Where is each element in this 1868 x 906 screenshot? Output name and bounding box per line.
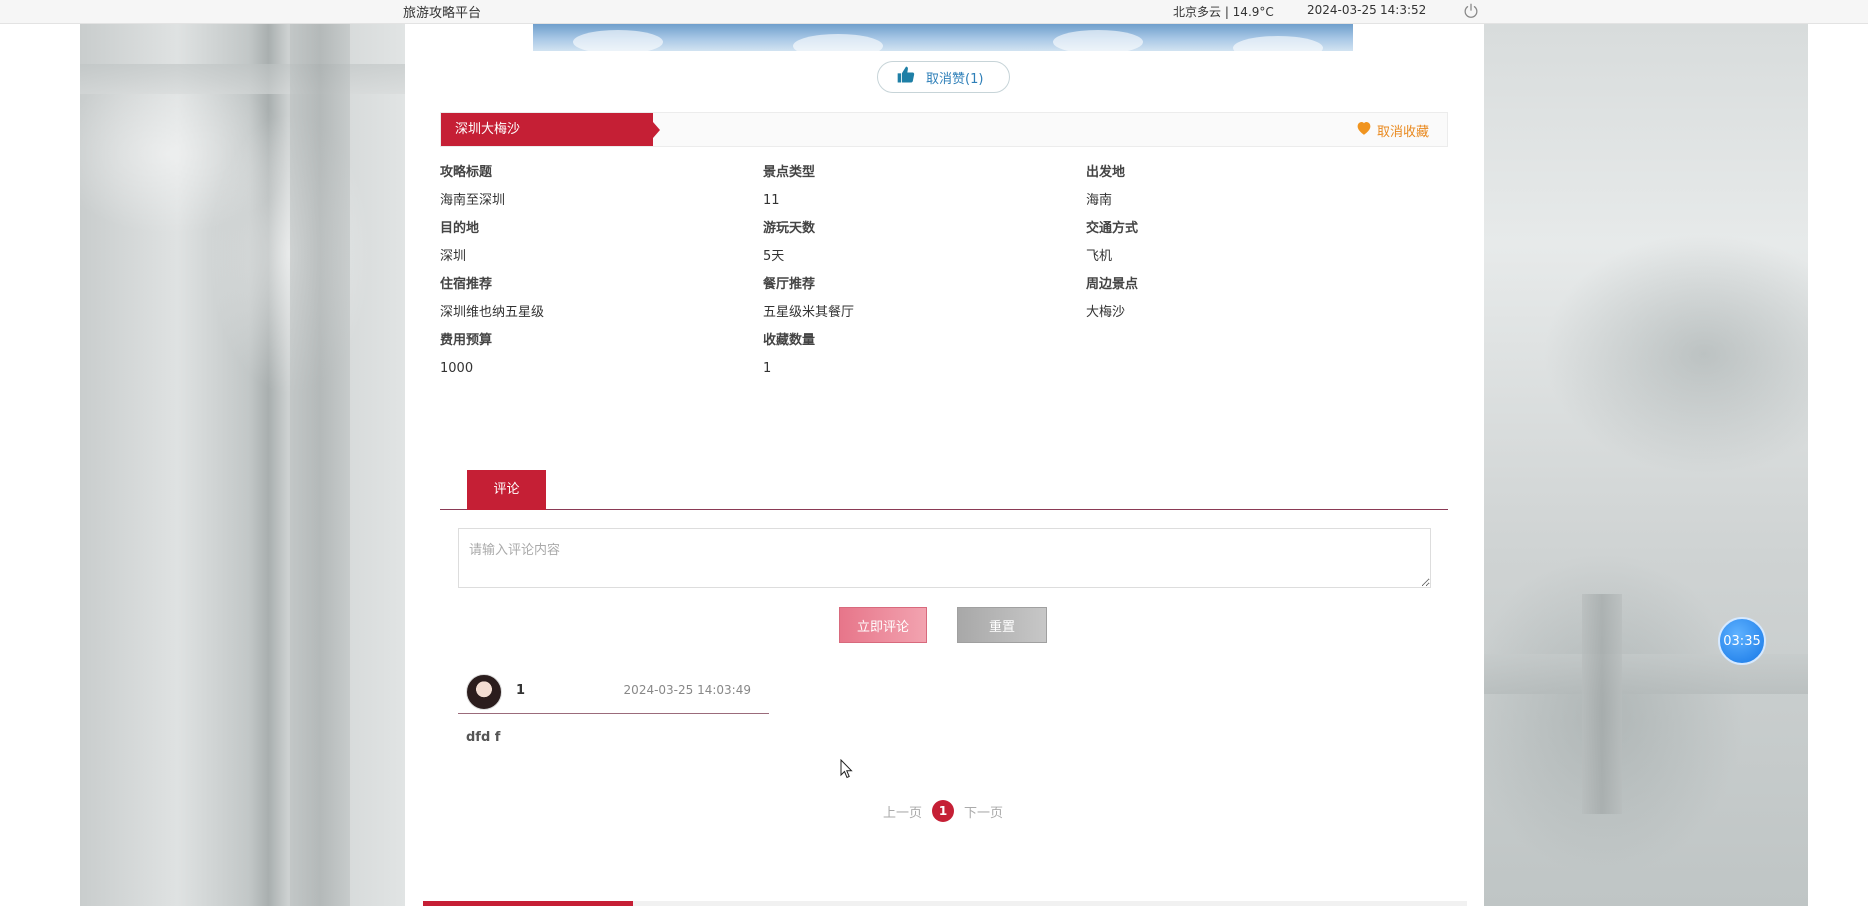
detail-value-days: 5天 <box>763 249 785 264</box>
detail-value-favorites-count: 1 <box>763 361 772 376</box>
site-title[interactable]: 旅游攻略平台 <box>403 2 481 21</box>
unfavorite-button[interactable]: 取消收藏 <box>1355 119 1429 141</box>
submit-comment-button[interactable]: 立即评论 <box>839 607 927 643</box>
power-icon[interactable] <box>1462 2 1480 20</box>
detail-label-scenic-type: 景点类型 <box>763 165 816 180</box>
comment-time: 2024-03-25 14:03:49 <box>623 683 751 697</box>
background-post <box>1582 594 1622 814</box>
detail-label-departure: 出发地 <box>1086 165 1126 180</box>
detail-empty-cell <box>1086 327 1409 355</box>
banner-cloud <box>1053 30 1143 51</box>
heart-icon <box>1355 119 1373 141</box>
background-pillar <box>290 24 350 906</box>
comment-user: 1 <box>516 683 526 698</box>
comment-item: 1 2024-03-25 14:03:49 dfd f <box>458 672 769 768</box>
page-number-current[interactable]: 1 <box>932 800 955 822</box>
detail-value-departure: 海南 <box>1086 193 1113 208</box>
detail-value-title: 海南至深圳 <box>440 193 506 208</box>
detail-label-title: 攻略标题 <box>440 165 493 180</box>
detail-value-transport: 飞机 <box>1086 249 1113 264</box>
current-time: 14:3:52 <box>1380 3 1427 17</box>
banner-cloud <box>1233 36 1323 51</box>
background-rail <box>1484 654 1808 694</box>
main-content: 取消赞(1) 深圳大梅沙 取消收藏 攻略标题 景点类型 出发地 海南至深圳 11… <box>405 24 1484 906</box>
detail-label-transport: 交通方式 <box>1086 221 1139 236</box>
reset-button[interactable]: 重置 <box>957 607 1047 643</box>
background-beam <box>80 64 405 94</box>
strategy-title-bar: 深圳大梅沙 取消收藏 <box>440 112 1448 147</box>
pagination: 上一页 1 下一页 <box>883 800 1003 822</box>
background-left-scenery <box>80 24 405 906</box>
background-right-scenery <box>1484 24 1808 906</box>
detail-value-restaurant: 五星级米其餐厅 <box>763 305 855 320</box>
comment-header: 1 2024-03-25 14:03:49 <box>458 672 769 714</box>
detail-value-nearby: 大梅沙 <box>1086 305 1126 320</box>
tab-comments[interactable]: 评论 <box>467 470 546 510</box>
current-date: 2024-03-25 <box>1307 3 1377 17</box>
unlike-label: 取消赞(1) <box>926 71 984 87</box>
comment-input[interactable] <box>458 528 1431 588</box>
detail-label-days: 游玩天数 <box>763 221 816 236</box>
detail-label-destination: 目的地 <box>440 221 480 236</box>
detail-label-nearby: 周边景点 <box>1086 277 1139 292</box>
detail-value-budget: 1000 <box>440 361 474 376</box>
avatar <box>466 674 502 710</box>
strategy-details: 攻略标题 景点类型 出发地 海南至深圳 11 海南 目的地 游玩天数 交通方式 … <box>440 159 1440 383</box>
banner-cloud <box>793 34 883 51</box>
detail-label-hotel: 住宿推荐 <box>440 277 493 292</box>
banner-cloud <box>573 30 663 51</box>
bottom-tab-strip <box>423 901 1467 906</box>
detail-label-favorites-count: 收藏数量 <box>763 333 816 348</box>
bottom-tab-active[interactable] <box>423 901 633 906</box>
weather-info: 北京多云 | 14.9°C <box>1173 5 1274 19</box>
detail-label-restaurant: 餐厅推荐 <box>763 277 816 292</box>
detail-label-budget: 费用预算 <box>440 333 493 348</box>
thumbs-up-icon <box>896 65 916 89</box>
detail-value-scenic-type: 11 <box>763 193 780 208</box>
floating-timer[interactable]: 03:35 <box>1718 617 1766 665</box>
comment-tab-row: 评论 <box>440 470 1448 510</box>
comment-content: dfd f <box>466 730 501 745</box>
prev-page-link[interactable]: 上一页 <box>883 802 922 821</box>
mouse-cursor-icon <box>840 758 854 779</box>
top-bar: 旅游攻略平台 北京多云 | 14.9°C 2024-03-25 14:3:52 <box>0 0 1868 24</box>
unfavorite-label: 取消收藏 <box>1376 124 1429 140</box>
strategy-banner-image <box>533 24 1353 51</box>
unlike-button[interactable]: 取消赞(1) <box>877 61 1010 93</box>
detail-empty-cell <box>1086 355 1409 383</box>
strategy-title: 深圳大梅沙 <box>441 113 660 146</box>
next-page-link[interactable]: 下一页 <box>964 802 1003 821</box>
detail-value-hotel: 深圳维也纳五星级 <box>440 305 545 320</box>
detail-value-destination: 深圳 <box>440 249 467 264</box>
